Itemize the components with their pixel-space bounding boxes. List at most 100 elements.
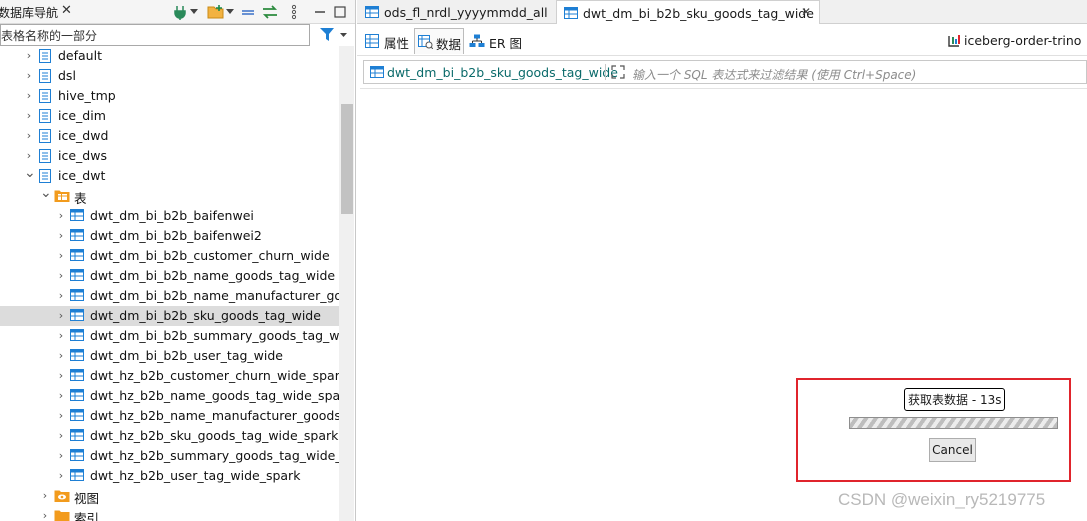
chevron-right-icon[interactable]: ›	[40, 509, 50, 521]
tree-item-label: dwt_hz_b2b_name_goods_tag_wide_spark	[90, 388, 340, 403]
properties-icon	[365, 34, 379, 51]
tables-folder-icon	[54, 189, 70, 203]
table-tree-item[interactable]: › dwt_dm_bi_b2b_baifenwei	[0, 206, 340, 226]
folder-icon	[54, 509, 70, 521]
database-tree-item[interactable]: › hive_tmp	[0, 86, 340, 106]
chevron-right-icon[interactable]: ›	[24, 109, 34, 123]
table-tree-item[interactable]: › dwt_dm_bi_b2b_sku_goods_tag_wide	[0, 306, 340, 326]
folder-tree-item[interactable]: › 视图	[0, 486, 340, 506]
chevron-right-icon[interactable]: ›	[40, 489, 50, 503]
close-icon[interactable]: ✕	[801, 5, 811, 19]
chevron-down-icon[interactable]	[188, 2, 200, 22]
database-tree-item[interactable]: › default	[0, 46, 340, 66]
table-tree-item[interactable]: › dwt_dm_bi_b2b_summary_goods_tag_wide	[0, 326, 340, 346]
database-tree-item[interactable]: › ice_dim	[0, 106, 340, 126]
more-options-icon[interactable]	[284, 2, 304, 22]
chevron-right-icon[interactable]: ›	[56, 369, 66, 383]
filter-table-link[interactable]: dwt_dm_bi_b2b_sku_goods_tag_wide	[387, 65, 618, 80]
chevron-right-icon[interactable]: ›	[56, 349, 66, 363]
tab-label: ER 图	[489, 36, 523, 51]
table-tree-item[interactable]: › dwt_hz_b2b_name_goods_tag_wide_spark	[0, 386, 340, 406]
chevron-right-icon[interactable]: ›	[56, 229, 66, 243]
folder-tree-item[interactable]: › 索引	[0, 506, 340, 521]
chevron-right-icon[interactable]: ›	[24, 129, 34, 143]
table-icon	[70, 209, 84, 223]
database-icon	[38, 69, 52, 83]
progress-bar	[849, 417, 1058, 429]
tab-ods-fl-nrdl[interactable]: ods_fl_nrdl_yyyymmdd_all	[357, 0, 557, 24]
chevron-right-icon[interactable]: ›	[56, 389, 66, 403]
new-folder-icon[interactable]	[206, 2, 226, 22]
table-tree-item[interactable]: › dwt_hz_b2b_sku_goods_tag_wide_spark	[0, 426, 340, 446]
tab-dwt-sku-goods-tag-wide[interactable]: dwt_dm_bi_b2b_sku_goods_tag_wide ✕	[556, 0, 820, 24]
data-grid-icon	[418, 35, 434, 52]
chevron-right-icon[interactable]: ›	[24, 89, 34, 103]
tab-er-diagram[interactable]: ER 图	[465, 28, 523, 54]
sql-filter-bar: dwt_dm_bi_b2b_sku_goods_tag_wide 输入一个 SQ…	[363, 60, 1087, 84]
database-tree-item[interactable]: › ice_dws	[0, 146, 340, 166]
chevron-right-icon[interactable]: ›	[56, 209, 66, 223]
scrollbar-thumb[interactable]	[341, 104, 353, 214]
database-icon	[38, 129, 52, 143]
chevron-right-icon[interactable]: ›	[24, 49, 34, 63]
database-tree-item[interactable]: › ice_dwd	[0, 126, 340, 146]
tab-properties[interactable]: 属性	[361, 28, 413, 54]
tab-data[interactable]: 数据	[414, 28, 464, 54]
table-tree-item[interactable]: › dwt_dm_bi_b2b_user_tag_wide	[0, 346, 340, 366]
minimize-icon[interactable]	[310, 2, 330, 22]
table-icon	[70, 349, 84, 363]
link-editor-icon[interactable]	[260, 2, 280, 22]
table-icon	[70, 249, 84, 263]
chevron-down-icon[interactable]: ⌄	[24, 166, 36, 180]
table-tree-item[interactable]: › dwt_hz_b2b_customer_churn_wide_spark	[0, 366, 340, 386]
table-tree-item[interactable]: › dwt_hz_b2b_name_manufacturer_goods_tag	[0, 406, 340, 426]
tree-item-label: dwt_dm_bi_b2b_sku_goods_tag_wide	[90, 308, 321, 323]
chevron-down-icon[interactable]	[224, 2, 236, 22]
navigator-filter-input[interactable]: 表格名称的一部分	[0, 24, 310, 46]
folder-tree-item[interactable]: ⌄ 表	[0, 186, 340, 206]
new-connection-icon[interactable]	[170, 2, 190, 22]
tree-item-label: dwt_hz_b2b_name_manufacturer_goods_tag	[90, 408, 340, 423]
expand-icon[interactable]	[611, 65, 625, 82]
close-icon[interactable]: ✕	[61, 3, 72, 18]
chevron-right-icon[interactable]: ›	[24, 69, 34, 83]
tree-item-label: dwt_dm_bi_b2b_name_manufacturer_goods	[90, 288, 340, 303]
chevron-right-icon[interactable]: ›	[56, 309, 66, 323]
chevron-right-icon[interactable]: ›	[56, 409, 66, 423]
views-folder-icon	[54, 489, 70, 503]
chevron-right-icon[interactable]: ›	[24, 149, 34, 163]
table-icon	[70, 469, 84, 483]
database-tree-item[interactable]: ⌄ ice_dwt	[0, 166, 340, 186]
table-icon	[70, 229, 84, 243]
chevron-right-icon[interactable]: ›	[56, 329, 66, 343]
filter-icon[interactable]	[318, 26, 348, 44]
chevron-right-icon[interactable]: ›	[56, 249, 66, 263]
chevron-down-icon[interactable]: ⌄	[40, 186, 52, 200]
cancel-button[interactable]: Cancel	[929, 438, 976, 462]
database-connection-icon	[947, 34, 961, 51]
tree-item-label: dwt_dm_bi_b2b_baifenwei	[90, 208, 254, 223]
chevron-right-icon[interactable]: ›	[56, 429, 66, 443]
maximize-icon[interactable]	[330, 2, 350, 22]
table-icon	[564, 7, 578, 19]
chevron-right-icon[interactable]: ›	[56, 269, 66, 283]
database-icon	[38, 49, 52, 63]
progress-status-label: 获取表数据 - 13s	[904, 388, 1006, 411]
editor-tab-bar: ods_fl_nrdl_yyyymmdd_all dwt_dm_bi_b2b_s…	[357, 0, 1087, 24]
table-tree-item[interactable]: › dwt_dm_bi_b2b_name_goods_tag_wide	[0, 266, 340, 286]
table-tree-item[interactable]: › dwt_hz_b2b_user_tag_wide_spark	[0, 466, 340, 486]
chevron-right-icon[interactable]: ›	[56, 289, 66, 303]
table-tree-item[interactable]: › dwt_dm_bi_b2b_name_manufacturer_goods	[0, 286, 340, 306]
database-tree-item[interactable]: › dsl	[0, 66, 340, 86]
table-tree-item[interactable]: › dwt_dm_bi_b2b_customer_churn_wide	[0, 246, 340, 266]
collapse-all-icon[interactable]	[238, 2, 258, 22]
table-tree-item[interactable]: › dwt_hz_b2b_summary_goods_tag_wide_spa	[0, 446, 340, 466]
table-icon	[70, 289, 84, 303]
table-icon	[70, 389, 84, 403]
table-tree-item[interactable]: › dwt_dm_bi_b2b_baifenwei2	[0, 226, 340, 246]
chevron-right-icon[interactable]: ›	[56, 449, 66, 463]
tree-item-label: dwt_hz_b2b_user_tag_wide_spark	[90, 468, 301, 483]
chevron-right-icon[interactable]: ›	[56, 469, 66, 483]
sql-filter-input[interactable]: 输入一个 SQL 表达式来过滤结果 (使用 Ctrl+Space)	[632, 66, 916, 83]
tree-item-label: dwt_dm_bi_b2b_summary_goods_tag_wide	[90, 328, 340, 343]
